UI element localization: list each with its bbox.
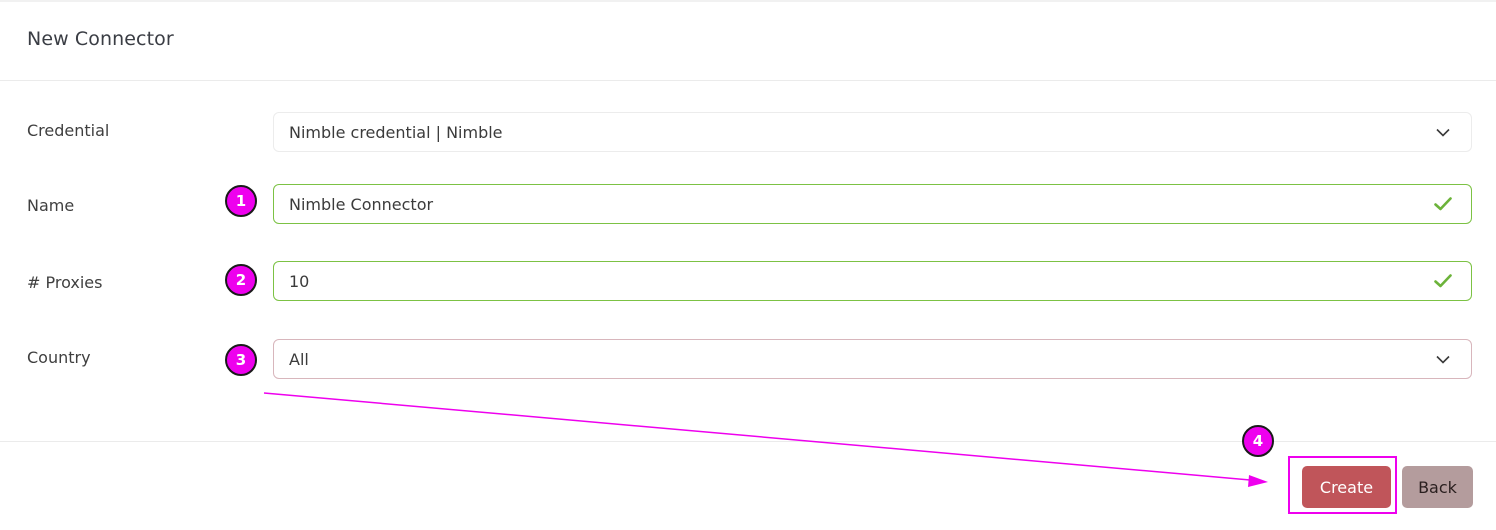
name-input[interactable]: Nimble Connector — [273, 184, 1472, 224]
country-value: All — [289, 349, 309, 369]
top-edge — [0, 0, 1496, 2]
proxies-input[interactable]: 10 — [273, 261, 1472, 301]
country-select[interactable]: All — [273, 339, 1472, 379]
credential-select[interactable]: Nimble credential | Nimble — [273, 112, 1472, 152]
new-connector-page: New Connector Credential Nimble credenti… — [0, 0, 1496, 530]
name-value: Nimble Connector — [289, 194, 434, 214]
name-label: Name — [27, 196, 75, 215]
annotation-marker-3: 3 — [225, 344, 257, 376]
annotation-marker-1: 1 — [225, 185, 257, 217]
credential-label: Credential — [27, 121, 110, 140]
create-button[interactable]: Create — [1302, 466, 1391, 508]
proxies-label: # Proxies — [27, 273, 103, 292]
header-divider — [0, 80, 1496, 81]
check-icon — [1433, 194, 1453, 214]
annotation-marker-4: 4 — [1242, 425, 1274, 457]
chevron-down-icon — [1433, 122, 1453, 142]
page-title: New Connector — [27, 28, 174, 50]
country-label: Country — [27, 348, 91, 367]
back-button[interactable]: Back — [1402, 466, 1473, 508]
credential-value: Nimble credential | Nimble — [289, 122, 503, 142]
annotation-marker-2: 2 — [225, 264, 257, 296]
chevron-down-icon — [1433, 349, 1453, 369]
proxies-value: 10 — [289, 271, 310, 291]
check-icon — [1433, 271, 1453, 291]
